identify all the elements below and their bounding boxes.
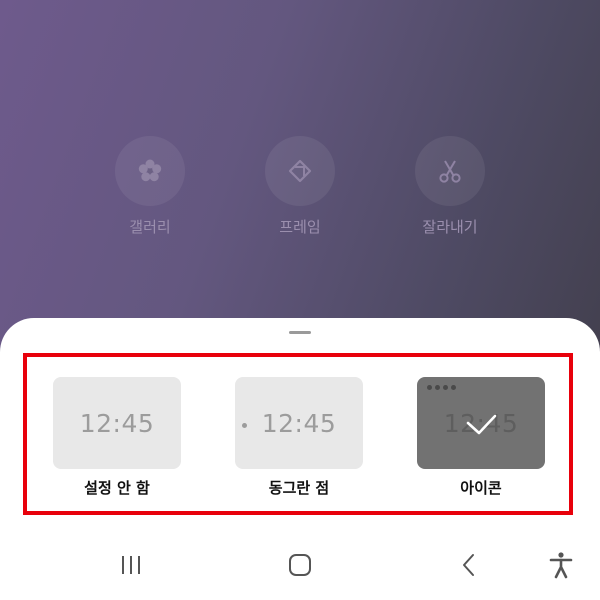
option-icon[interactable]: 12:45 아이콘: [417, 377, 545, 498]
option-none[interactable]: 12:45 설정 안 함: [53, 377, 181, 498]
back-button[interactable]: [454, 550, 484, 580]
option-none-label: 설정 안 함: [84, 479, 150, 497]
option-none-time: 12:45: [79, 408, 155, 438]
gallery-tool[interactable]: 갤러리: [95, 136, 205, 237]
back-icon: [463, 554, 474, 576]
frame-tool-circle: [265, 136, 335, 206]
crop-tool-label: 잘라내기: [422, 218, 478, 236]
option-dot-label: 동그란 점: [268, 479, 330, 497]
scissors-icon: [439, 160, 461, 183]
recents-button[interactable]: [116, 550, 146, 580]
option-icon-label: 아이콘: [460, 479, 502, 497]
sheet-drag-handle[interactable]: [289, 331, 311, 334]
option-dot[interactable]: 12:45 동그란 점: [235, 377, 363, 498]
recents-icon: [122, 556, 140, 574]
option-none-thumbnail[interactable]: 12:45: [53, 377, 181, 469]
checkmark-icon: [466, 414, 497, 435]
frame-tool[interactable]: 프레임: [245, 136, 355, 237]
option-icon-thumbnail[interactable]: 12:45: [417, 377, 545, 469]
wallpaper-background: 갤러리 프레임 잘라내기: [0, 0, 600, 360]
options-highlight-box: 12:45 설정 안 함 12:45 동그란 점 12:45 아이콘: [23, 353, 573, 515]
gallery-tool-circle: [115, 136, 185, 206]
option-dot-thumbnail[interactable]: 12:45: [235, 377, 363, 469]
accessibility-icon: [549, 552, 573, 579]
accessibility-button[interactable]: [546, 550, 576, 580]
option-dot-time: 12:45: [261, 408, 337, 438]
home-icon: [289, 554, 311, 576]
home-button[interactable]: [285, 550, 315, 580]
dot-indicator-icon: [242, 423, 247, 428]
frame-icon: [288, 159, 312, 183]
navigation-bar: [0, 530, 600, 600]
crop-tool-circle: [415, 136, 485, 206]
flower-icon: [138, 159, 162, 182]
crop-tool[interactable]: 잘라내기: [395, 136, 505, 237]
gallery-tool-label: 갤러리: [129, 218, 171, 236]
frame-tool-label: 프레임: [279, 218, 321, 236]
